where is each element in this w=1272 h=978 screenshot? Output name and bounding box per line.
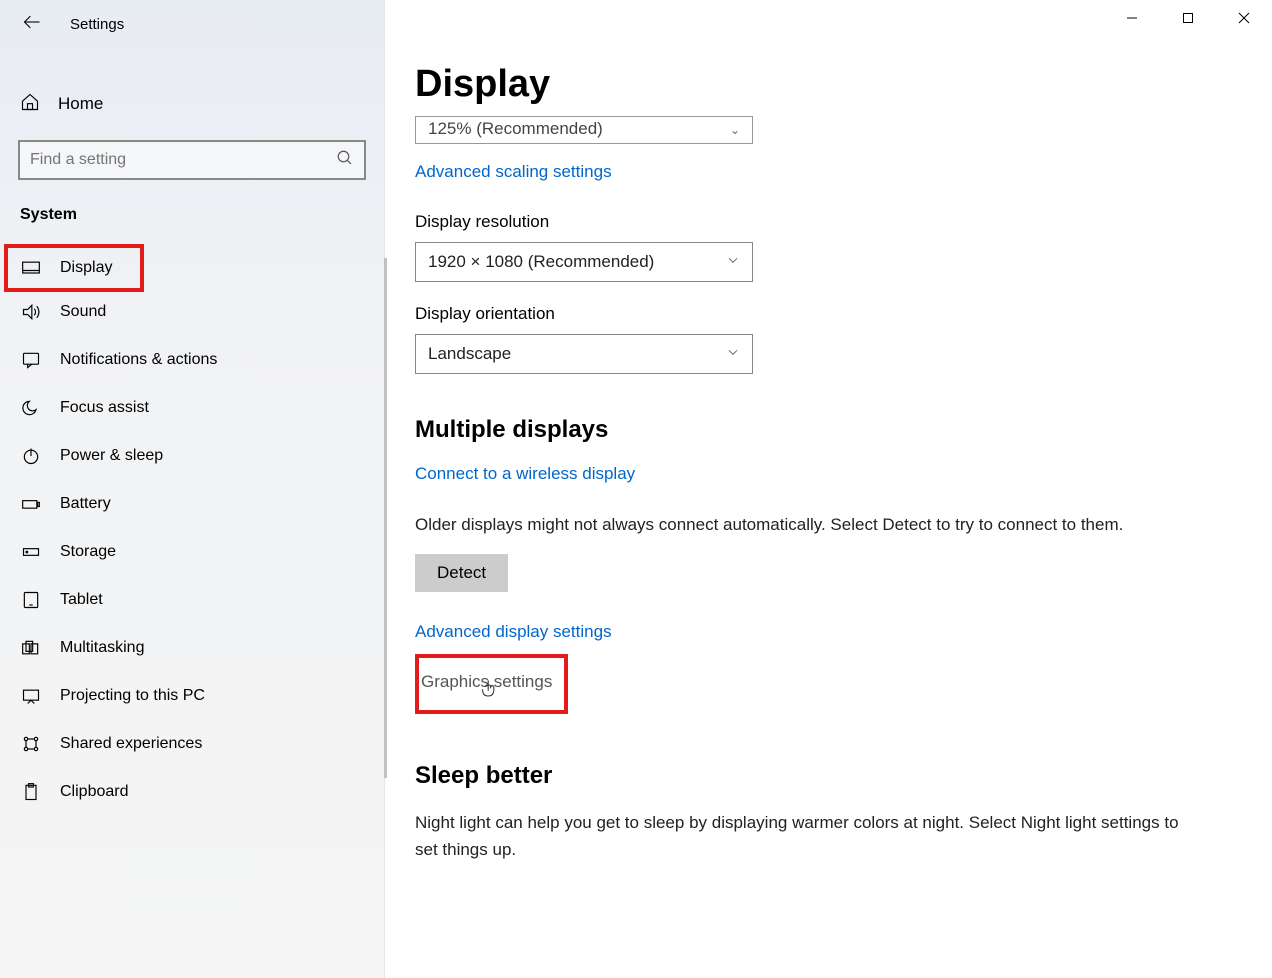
section-multiple-displays: Multiple displays — [415, 416, 1242, 444]
sidebar-item-battery[interactable]: Battery — [0, 480, 384, 528]
chevron-down-icon — [726, 344, 740, 364]
orientation-select[interactable]: Landscape — [415, 334, 753, 374]
sidebar-item-label: Clipboard — [60, 783, 128, 801]
sidebar-item-label: Notifications & actions — [60, 351, 217, 369]
home-label: Home — [58, 94, 103, 114]
resolution-label: Display resolution — [415, 212, 1242, 232]
sidebar-nav: Display Sound Notifications & actions Fo… — [0, 244, 384, 816]
search-input[interactable] — [18, 140, 366, 180]
link-advanced-display[interactable]: Advanced display settings — [415, 622, 612, 642]
window-controls — [1104, 0, 1272, 36]
sidebar-item-display[interactable]: Display — [4, 244, 144, 292]
sidebar-item-home[interactable]: Home — [0, 78, 384, 130]
detect-hint-text: Older displays might not always connect … — [415, 512, 1205, 538]
moon-icon — [20, 398, 42, 418]
clipboard-icon — [20, 782, 42, 802]
multitask-icon — [20, 638, 42, 658]
app-title: Settings — [70, 16, 124, 33]
back-icon[interactable] — [22, 12, 42, 36]
resolution-select[interactable]: 1920 × 1080 (Recommended) — [415, 242, 753, 282]
sidebar-item-projecting[interactable]: Projecting to this PC — [0, 672, 384, 720]
main-content: Display 125% (Recommended) ⌄ Advanced sc… — [385, 0, 1272, 978]
minimize-button[interactable] — [1104, 0, 1160, 36]
sidebar-item-focus-assist[interactable]: Focus assist — [0, 384, 384, 432]
sound-icon — [20, 302, 42, 322]
link-wireless-display[interactable]: Connect to a wireless display — [415, 464, 635, 484]
sidebar-item-multitasking[interactable]: Multitasking — [0, 624, 384, 672]
monitor-icon — [20, 258, 42, 278]
orientation-value: Landscape — [428, 344, 511, 364]
sidebar-item-sound[interactable]: Sound — [0, 288, 384, 336]
chevron-down-icon — [726, 252, 740, 272]
link-advanced-scaling[interactable]: Advanced scaling settings — [415, 162, 612, 182]
sidebar-item-label: Shared experiences — [60, 735, 202, 753]
sidebar-item-label: Storage — [60, 543, 116, 561]
sidebar-item-storage[interactable]: Storage — [0, 528, 384, 576]
sidebar-item-label: Focus assist — [60, 399, 149, 417]
sidebar-category: System — [0, 198, 384, 248]
orientation-label: Display orientation — [415, 304, 1242, 324]
chat-icon — [20, 350, 42, 370]
scale-select-value: 125% (Recommended) — [428, 119, 603, 139]
resolution-value: 1920 × 1080 (Recommended) — [428, 252, 654, 272]
storage-icon — [20, 542, 42, 562]
maximize-button[interactable] — [1160, 0, 1216, 36]
close-button[interactable] — [1216, 0, 1272, 36]
battery-icon — [20, 494, 42, 514]
sidebar-item-notifications[interactable]: Notifications & actions — [0, 336, 384, 384]
section-sleep-better: Sleep better — [415, 762, 1242, 790]
tablet-icon — [20, 590, 42, 610]
project-icon — [20, 686, 42, 706]
scale-select[interactable]: 125% (Recommended) ⌄ — [415, 116, 753, 144]
detect-button[interactable]: Detect — [415, 554, 508, 592]
page-title: Display — [415, 63, 1242, 106]
sidebar: Settings Home System Display Sound Notif… — [0, 0, 385, 978]
share-icon — [20, 734, 42, 754]
power-icon — [20, 446, 42, 466]
link-graphics-settings[interactable]: Graphics settings — [421, 672, 552, 691]
sidebar-item-label: Tablet — [60, 591, 103, 609]
sidebar-item-label: Multitasking — [60, 639, 144, 657]
sidebar-item-label: Projecting to this PC — [60, 687, 205, 705]
sidebar-item-clipboard[interactable]: Clipboard — [0, 768, 384, 816]
sidebar-item-label: Display — [60, 259, 112, 277]
sidebar-item-power-sleep[interactable]: Power & sleep — [0, 432, 384, 480]
chevron-down-icon: ⌄ — [730, 123, 740, 137]
sidebar-item-tablet[interactable]: Tablet — [0, 576, 384, 624]
home-icon — [20, 92, 40, 116]
search-icon — [336, 149, 354, 171]
sidebar-item-label: Battery — [60, 495, 111, 513]
search-field[interactable] — [30, 151, 336, 169]
sidebar-item-label: Sound — [60, 303, 106, 321]
sidebar-item-label: Power & sleep — [60, 447, 163, 465]
sidebar-item-shared-experiences[interactable]: Shared experiences — [0, 720, 384, 768]
sleep-body-text: Night light can help you get to sleep by… — [415, 810, 1205, 863]
highlight-graphics-settings: Graphics settings — [415, 654, 568, 714]
